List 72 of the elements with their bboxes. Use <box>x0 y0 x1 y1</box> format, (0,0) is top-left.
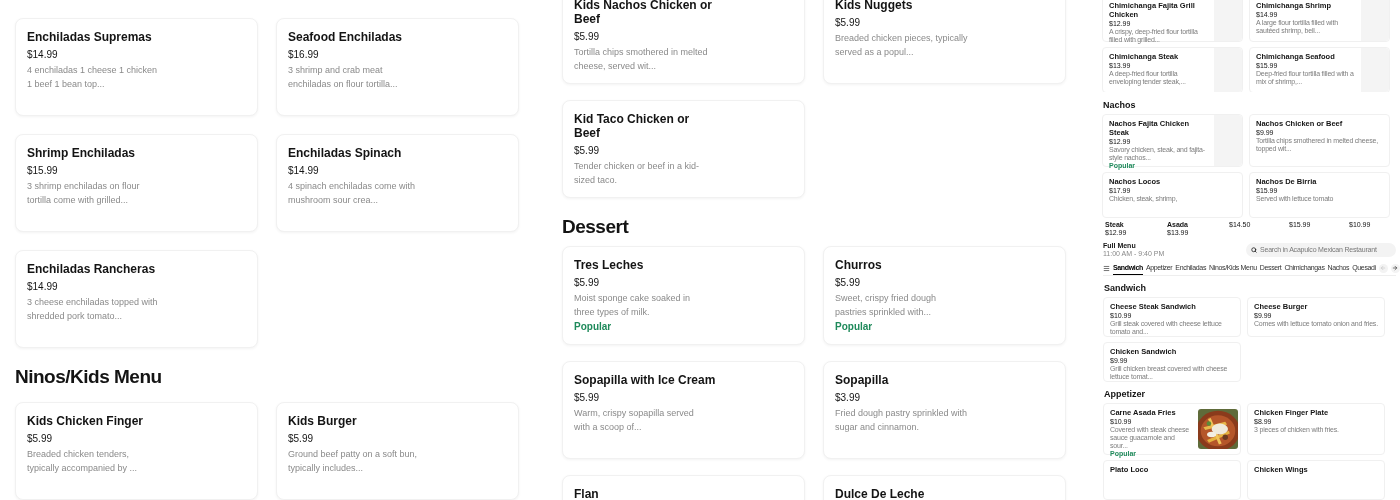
item-description: 3 shrimp enchiladas on flour tortilla come with grilled... <box>27 180 141 207</box>
menu-item-card[interactable]: Enchiladas Supremas $14.99 4 enchiladas 1 cheese 1 chicken 1 beef 1 bean top... <box>15 18 258 116</box>
item-title: Seafood Enchiladas <box>288 30 404 44</box>
item-description: Breaded chicken pieces, typically served as a popul... <box>835 32 969 59</box>
popular-label: Popular <box>574 320 613 334</box>
arrow-left-icon <box>1380 265 1387 272</box>
item-description: 3 cheese enchiladas topped with shredded pork tomato... <box>27 296 159 323</box>
item-price: $3.99 <box>835 391 862 404</box>
menu-item-card[interactable]: Enchiladas Spinach $14.99 4 spinach enchiladas come with mushroom sour crea... <box>276 134 519 232</box>
item-title: Kids Chicken Finger <box>27 414 145 428</box>
item-title: Kids Nuggets <box>835 0 914 12</box>
item-description: 4 spinach enchiladas come with mushroom sour crea... <box>288 180 417 207</box>
item-description: Fried dough pastry sprinkled with sugar and cinnamon. <box>835 407 969 434</box>
section-heading: Sandwich <box>1104 282 1147 293</box>
menu-item-card[interactable]: Flan <box>562 475 805 500</box>
menu-item-card[interactable]: Tres Leches $5.99 Moist sponge cake soaked in three types of milk. Popular <box>562 246 805 345</box>
item-description: Ground beef patty on a soft bun, typically includes... <box>288 448 419 475</box>
item-title: Enchiladas Rancheras <box>27 262 157 276</box>
item-title: Churros <box>835 258 883 272</box>
item-title: Enchiladas Supremas <box>27 30 153 44</box>
item-title: Shrimp Enchiladas <box>27 146 137 160</box>
menu-item-card[interactable]: Shrimp Enchiladas $15.99 3 shrimp enchiladas on flour tortilla come with grilled... <box>15 134 258 232</box>
item-description: Sweet, crispy fried dough pastries sprinkled with... <box>835 292 938 319</box>
item-description: Moist sponge cake soaked in three types of milk. <box>574 292 692 319</box>
section-heading: Dessert <box>562 216 630 238</box>
scroll-right-button[interactable] <box>1390 263 1400 273</box>
menu-item-card[interactable]: Churros $5.99 Sweet, crispy fried dough pastries sprinkled with... Popular <box>823 246 1066 345</box>
item-description: Tortilla chips smothered in melted cheese, served wit... <box>574 46 709 73</box>
item-title: Sopapilla with Ice Cream <box>574 373 716 387</box>
menu-item-card[interactable]: Kids Burger $5.99 Ground beef patty on a soft bun, typically includes... <box>276 402 519 500</box>
item-price: $15.99 <box>27 164 59 177</box>
item-title: Sopapilla <box>835 373 890 387</box>
item-title: Dulce De Leche <box>835 487 926 500</box>
item-title: Kids Nachos Chicken or Beef <box>574 0 714 26</box>
menu-item-card[interactable]: Kids Nachos Chicken or Beef $5.99 Tortilla chips smothered in melted cheese, served wit... <box>562 0 805 84</box>
item-price: $14.99 <box>288 164 320 177</box>
section-heading: Ninos/Kids Menu <box>15 366 163 388</box>
item-price: $14.99 <box>27 48 59 61</box>
item-price: $5.99 <box>27 432 54 445</box>
item-title: Enchiladas Spinach <box>288 146 403 160</box>
menu-item-card[interactable]: Dulce De Leche <box>823 475 1066 500</box>
menu-item-card[interactable]: Kids Chicken Finger $5.99 Breaded chicken tenders, typically accompanied by ... <box>15 402 258 500</box>
item-description: Breaded chicken tenders, typically accompanied by ... <box>27 448 139 475</box>
item-title: Kid Taco Chicken or Beef <box>574 112 691 140</box>
menu-item-card[interactable]: Kids Nuggets $5.99 Breaded chicken pieces, typically served as a popul... <box>823 0 1066 84</box>
menu-item-card[interactable]: Sopapilla with Ice Cream $5.99 Warm, crispy sopapilla served with a scoop of... <box>562 361 805 459</box>
item-description: Tender chicken or beef in a kid-sized taco. <box>574 160 701 187</box>
item-price: $5.99 <box>574 144 601 157</box>
item-price: $5.99 <box>288 432 315 445</box>
menu-item-card[interactable]: Seafood Enchiladas $16.99 3 shrimp and crab meat enchiladas on flour tortilla... <box>276 18 519 116</box>
item-description: 3 shrimp and crab meat enchiladas on flour tortilla... <box>288 64 399 91</box>
item-price: $5.99 <box>574 276 601 289</box>
item-title: Tres Leches <box>574 258 645 272</box>
menu-item-card[interactable]: Kid Taco Chicken or Beef $5.99 Tender chicken or beef in a kid-sized taco. <box>562 100 805 198</box>
item-title: Kids Burger <box>288 414 358 428</box>
item-price: $5.99 <box>835 16 862 29</box>
item-price: $5.99 <box>574 391 601 404</box>
section-heading: Appetizer <box>1104 388 1146 399</box>
item-description: Warm, crispy sopapilla served with a scoop of... <box>574 407 695 434</box>
popular-label: Popular <box>835 320 874 334</box>
arrow-right-icon <box>1392 265 1399 272</box>
item-title: Flan <box>574 487 600 500</box>
menu-item-card[interactable]: Sopapilla $3.99 Fried dough pastry sprinkled with sugar and cinnamon. <box>823 361 1066 459</box>
item-price: $5.99 <box>835 276 862 289</box>
item-price: $16.99 <box>288 48 320 61</box>
menu-icon[interactable] <box>1103 264 1110 272</box>
section-heading: Nachos <box>1103 100 1137 111</box>
menu-item-card[interactable]: Enchiladas Rancheras $14.99 3 cheese enchiladas topped with shredded pork tomato... <box>15 250 258 348</box>
item-price: $5.99 <box>574 30 601 43</box>
item-price: $14.99 <box>27 280 59 293</box>
search-icon <box>1251 246 1257 253</box>
item-description: 4 enchiladas 1 cheese 1 chicken 1 beef 1 bean top... <box>27 64 159 91</box>
